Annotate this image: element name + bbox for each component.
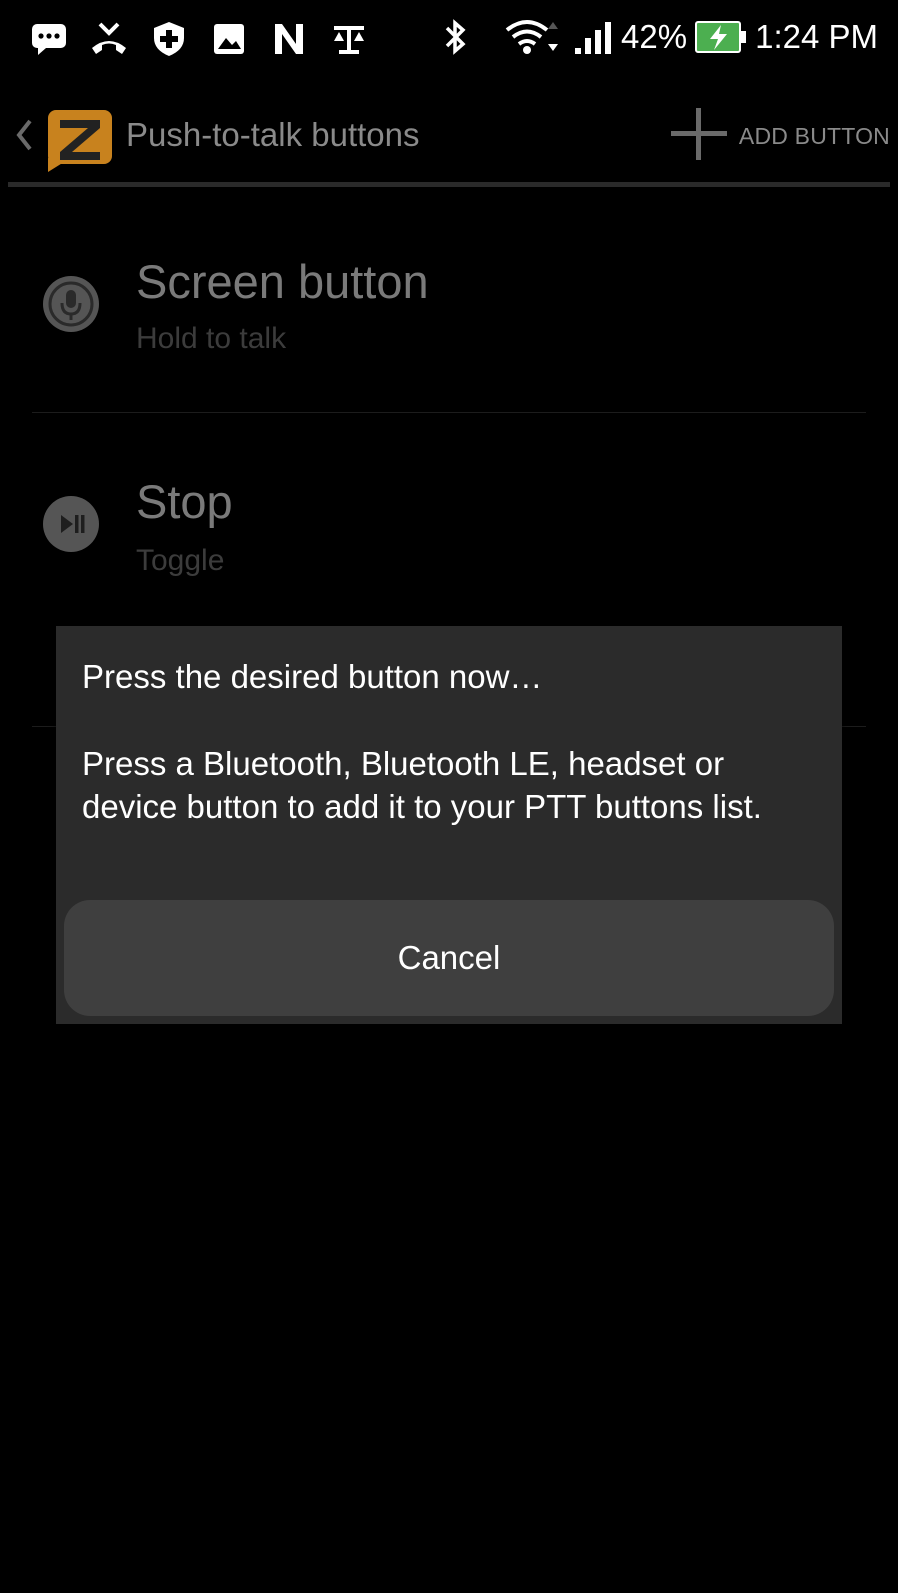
list-item-subtitle: Toggle <box>136 544 225 577</box>
add-button-dialog: Press the desired button now… Press a Bl… <box>56 626 842 1024</box>
status-right: 42% 1:24 PM <box>437 18 878 56</box>
list-divider <box>32 412 866 413</box>
dialog-title: Press the desired button now… <box>82 658 543 695</box>
notification-icons <box>30 20 368 58</box>
microphone-icon <box>41 274 101 339</box>
add-button[interactable]: ADD BUTTON <box>669 106 890 166</box>
list-item[interactable]: Stop Toggle <box>8 414 890 634</box>
status-time: 1:24 PM <box>755 18 878 55</box>
battery-percent: 42% <box>621 18 688 55</box>
app-bar: Push-to-talk buttons ADD BUTTON <box>8 80 890 188</box>
list-item[interactable]: Screen button Hold to talk <box>8 188 890 408</box>
gallery-icon <box>210 20 248 58</box>
shield-icon <box>150 20 188 58</box>
battery-charging-icon <box>695 18 747 56</box>
back-chevron-icon[interactable] <box>14 118 34 157</box>
wifi-icon <box>505 18 565 56</box>
add-button-label: ADD BUTTON <box>738 122 890 149</box>
n-icon <box>270 20 308 58</box>
play-pause-icon <box>41 494 101 559</box>
list-item-title: Screen button <box>136 255 429 308</box>
missed-call-icon <box>90 20 128 58</box>
status-bar: 42% 1:24 PM <box>8 8 890 76</box>
app-logo <box>46 108 118 179</box>
message-icon <box>30 20 68 58</box>
page-title: Push-to-talk buttons <box>126 116 420 153</box>
list-item-subtitle: Hold to talk <box>136 322 287 355</box>
plus-icon <box>669 104 729 169</box>
cancel-button[interactable]: Cancel <box>64 900 834 1016</box>
app-bar-divider <box>8 182 890 187</box>
scale-icon <box>330 20 368 58</box>
list-item-title: Stop <box>136 475 233 528</box>
signal-icon <box>573 18 613 56</box>
bluetooth-icon <box>437 18 475 56</box>
screen: 42% 1:24 PM Push-to-talk buttons ADD BUT… <box>8 8 890 1593</box>
dialog-message: Press a Bluetooth, Bluetooth LE, headset… <box>82 745 762 825</box>
